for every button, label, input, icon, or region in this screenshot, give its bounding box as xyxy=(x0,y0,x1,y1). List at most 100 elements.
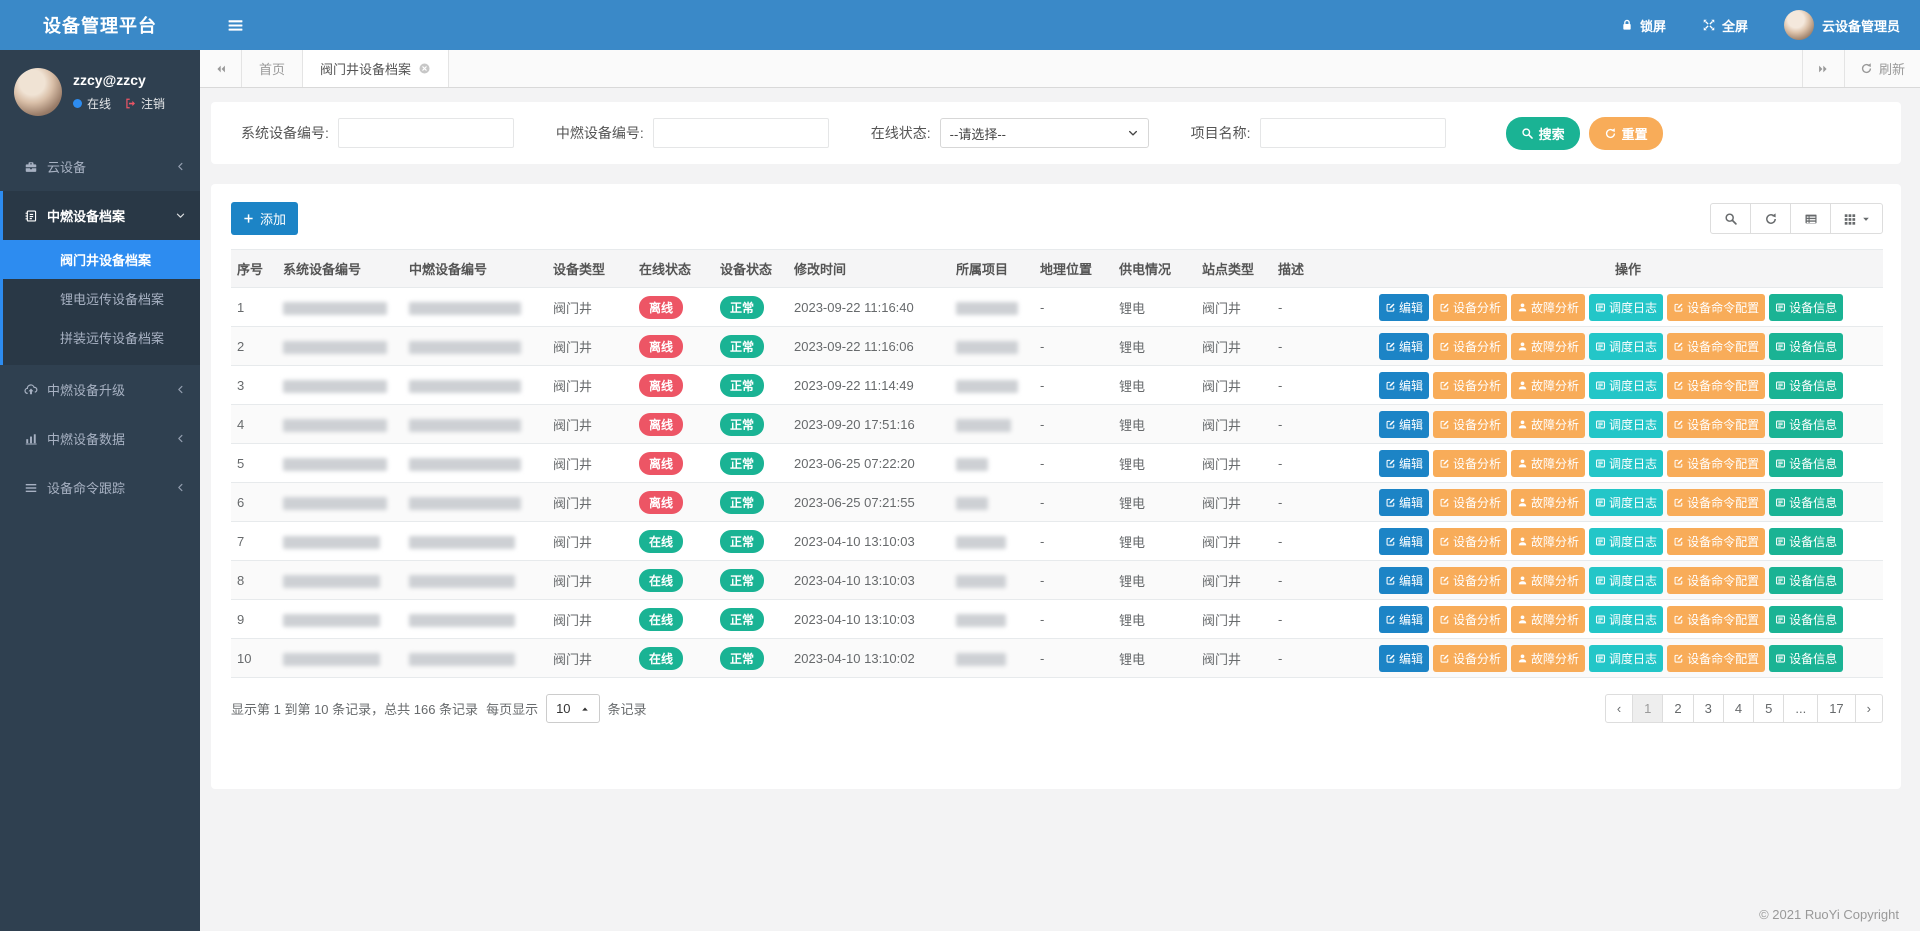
row-action-编辑[interactable]: 编辑 xyxy=(1379,333,1429,360)
page-ellipsis[interactable]: ... xyxy=(1783,694,1818,723)
row-action-编辑[interactable]: 编辑 xyxy=(1379,489,1429,516)
add-button[interactable]: 添加 xyxy=(231,202,298,235)
row-action-设备信息[interactable]: 设备信息 xyxy=(1769,450,1843,477)
row-action-调度日志[interactable]: 调度日志 xyxy=(1589,411,1663,438)
row-action-设备命令配置[interactable]: 设备命令配置 xyxy=(1667,567,1765,594)
row-action-设备命令配置[interactable]: 设备命令配置 xyxy=(1667,450,1765,477)
page-3[interactable]: 3 xyxy=(1693,694,1724,723)
sidebar-subitem-拼装远传设备档案[interactable]: 拼装远传设备档案 xyxy=(3,318,200,357)
lock-screen-button[interactable]: 锁屏 xyxy=(1620,16,1666,35)
row-action-设备分析[interactable]: 设备分析 xyxy=(1433,450,1507,477)
toolbar-refresh-button[interactable] xyxy=(1750,203,1791,234)
tab-close-icon[interactable] xyxy=(418,62,431,75)
row-action-设备分析[interactable]: 设备分析 xyxy=(1433,411,1507,438)
row-action-设备信息[interactable]: 设备信息 xyxy=(1769,372,1843,399)
row-action-故障分析[interactable]: 故障分析 xyxy=(1511,489,1585,516)
page-17[interactable]: 17 xyxy=(1817,694,1855,723)
row-action-设备分析[interactable]: 设备分析 xyxy=(1433,645,1507,672)
sidebar-subitem-锂电远传设备档案[interactable]: 锂电远传设备档案 xyxy=(3,279,200,318)
page-1[interactable]: 1 xyxy=(1632,694,1663,723)
row-action-设备信息[interactable]: 设备信息 xyxy=(1769,567,1843,594)
row-action-设备信息[interactable]: 设备信息 xyxy=(1769,528,1843,555)
tabs-scroll-right-button[interactable] xyxy=(1802,50,1844,87)
row-action-调度日志[interactable]: 调度日志 xyxy=(1589,489,1663,516)
row-action-设备分析[interactable]: 设备分析 xyxy=(1433,567,1507,594)
tabs-scroll-left-button[interactable] xyxy=(200,50,242,87)
row-action-调度日志[interactable]: 调度日志 xyxy=(1589,333,1663,360)
row-action-故障分析[interactable]: 故障分析 xyxy=(1511,567,1585,594)
row-action-设备命令配置[interactable]: 设备命令配置 xyxy=(1667,528,1765,555)
row-action-设备分析[interactable]: 设备分析 xyxy=(1433,372,1507,399)
row-action-设备信息[interactable]: 设备信息 xyxy=(1769,606,1843,633)
toolbar-columns-button[interactable] xyxy=(1830,203,1883,234)
page-prev[interactable]: ‹ xyxy=(1605,694,1633,723)
row-action-故障分析[interactable]: 故障分析 xyxy=(1511,333,1585,360)
sidebar-item-中燃设备档案[interactable]: 中燃设备档案 xyxy=(3,191,200,240)
tab-refresh-button[interactable]: 刷新 xyxy=(1844,50,1920,87)
row-action-编辑[interactable]: 编辑 xyxy=(1379,606,1429,633)
row-action-调度日志[interactable]: 调度日志 xyxy=(1589,450,1663,477)
row-action-调度日志[interactable]: 调度日志 xyxy=(1589,606,1663,633)
filter-input-1[interactable] xyxy=(653,118,829,148)
toolbar-search-button[interactable] xyxy=(1710,203,1751,234)
row-action-调度日志[interactable]: 调度日志 xyxy=(1589,372,1663,399)
tab-首页[interactable]: 首页 xyxy=(242,50,303,87)
row-action-设备命令配置[interactable]: 设备命令配置 xyxy=(1667,294,1765,321)
page-4[interactable]: 4 xyxy=(1723,694,1754,723)
row-action-编辑[interactable]: 编辑 xyxy=(1379,528,1429,555)
row-action-设备分析[interactable]: 设备分析 xyxy=(1433,333,1507,360)
row-action-设备命令配置[interactable]: 设备命令配置 xyxy=(1667,606,1765,633)
row-action-设备命令配置[interactable]: 设备命令配置 xyxy=(1667,333,1765,360)
row-action-设备命令配置[interactable]: 设备命令配置 xyxy=(1667,372,1765,399)
sidebar-subitem-阀门井设备档案[interactable]: 阀门井设备档案 xyxy=(3,240,200,279)
row-action-设备分析[interactable]: 设备分析 xyxy=(1433,528,1507,555)
sidebar-item-中燃设备数据[interactable]: 中燃设备数据 xyxy=(3,414,200,463)
row-action-故障分析[interactable]: 故障分析 xyxy=(1511,294,1585,321)
filter-input-3[interactable] xyxy=(1260,118,1446,148)
fullscreen-button[interactable]: 全屏 xyxy=(1702,16,1748,35)
row-action-编辑[interactable]: 编辑 xyxy=(1379,294,1429,321)
row-action-故障分析[interactable]: 故障分析 xyxy=(1511,528,1585,555)
sidebar-item-云设备[interactable]: 云设备 xyxy=(3,142,200,191)
row-action-设备分析[interactable]: 设备分析 xyxy=(1433,294,1507,321)
reset-button[interactable]: 重置 xyxy=(1589,117,1663,150)
row-action-编辑[interactable]: 编辑 xyxy=(1379,645,1429,672)
avatar[interactable] xyxy=(14,68,62,116)
user-menu[interactable]: 云设备管理员 xyxy=(1784,10,1900,40)
page-2[interactable]: 2 xyxy=(1662,694,1693,723)
sidebar-toggle-button[interactable] xyxy=(200,0,271,50)
row-action-故障分析[interactable]: 故障分析 xyxy=(1511,450,1585,477)
tab-阀门井设备档案[interactable]: 阀门井设备档案 xyxy=(303,50,449,87)
row-action-故障分析[interactable]: 故障分析 xyxy=(1511,606,1585,633)
logout-button[interactable]: 注销 xyxy=(124,95,165,112)
row-action-故障分析[interactable]: 故障分析 xyxy=(1511,645,1585,672)
sidebar-item-中燃设备升级[interactable]: 中燃设备升级 xyxy=(3,365,200,414)
page-size-dropdown[interactable]: 10 xyxy=(546,694,599,723)
row-action-设备信息[interactable]: 设备信息 xyxy=(1769,294,1843,321)
filter-input-0[interactable] xyxy=(338,118,514,148)
row-action-设备信息[interactable]: 设备信息 xyxy=(1769,489,1843,516)
row-action-设备分析[interactable]: 设备分析 xyxy=(1433,606,1507,633)
row-action-调度日志[interactable]: 调度日志 xyxy=(1589,528,1663,555)
sidebar-item-设备命令跟踪[interactable]: 设备命令跟踪 xyxy=(3,463,200,512)
online-status-select[interactable]: --请选择-- xyxy=(940,118,1149,148)
row-action-调度日志[interactable]: 调度日志 xyxy=(1589,294,1663,321)
row-action-编辑[interactable]: 编辑 xyxy=(1379,411,1429,438)
toolbar-table-button[interactable] xyxy=(1790,203,1831,234)
row-action-编辑[interactable]: 编辑 xyxy=(1379,567,1429,594)
page-next[interactable]: › xyxy=(1855,694,1883,723)
row-action-调度日志[interactable]: 调度日志 xyxy=(1589,567,1663,594)
row-action-调度日志[interactable]: 调度日志 xyxy=(1589,645,1663,672)
row-action-设备信息[interactable]: 设备信息 xyxy=(1769,645,1843,672)
row-action-设备信息[interactable]: 设备信息 xyxy=(1769,333,1843,360)
row-action-故障分析[interactable]: 故障分析 xyxy=(1511,372,1585,399)
row-action-设备命令配置[interactable]: 设备命令配置 xyxy=(1667,645,1765,672)
row-action-设备分析[interactable]: 设备分析 xyxy=(1433,489,1507,516)
search-button[interactable]: 搜索 xyxy=(1506,117,1580,150)
row-action-编辑[interactable]: 编辑 xyxy=(1379,450,1429,477)
row-action-设备信息[interactable]: 设备信息 xyxy=(1769,411,1843,438)
row-action-故障分析[interactable]: 故障分析 xyxy=(1511,411,1585,438)
page-5[interactable]: 5 xyxy=(1753,694,1784,723)
row-action-编辑[interactable]: 编辑 xyxy=(1379,372,1429,399)
row-action-设备命令配置[interactable]: 设备命令配置 xyxy=(1667,411,1765,438)
